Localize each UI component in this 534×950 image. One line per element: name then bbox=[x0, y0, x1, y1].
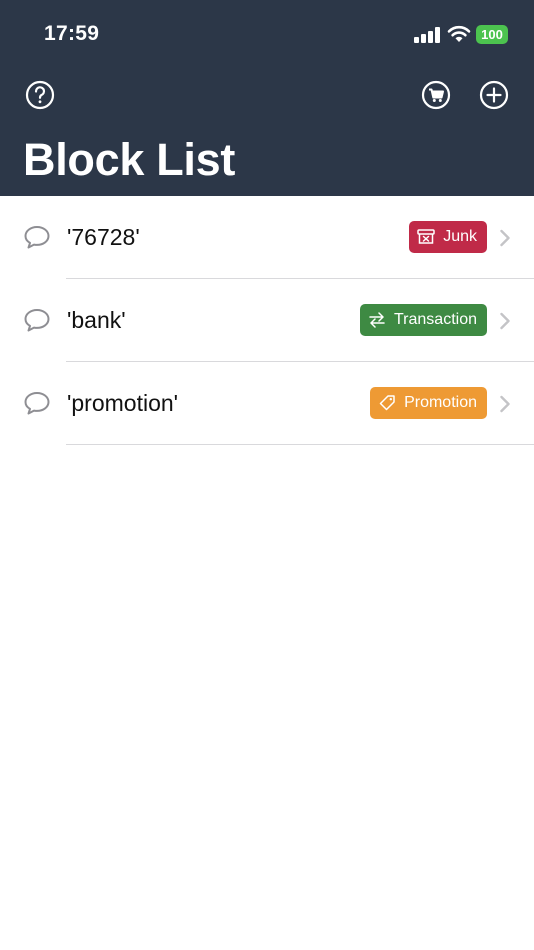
badge-label: Transaction bbox=[394, 311, 477, 328]
list-item[interactable]: 'promotion' Promotion bbox=[0, 362, 534, 445]
battery-level: 100 bbox=[481, 27, 503, 42]
speech-bubble-icon bbox=[24, 392, 50, 415]
list-item[interactable]: '76728' Junk bbox=[0, 196, 534, 279]
tag-icon bbox=[379, 395, 395, 411]
badge-label: Junk bbox=[443, 228, 477, 245]
rule-term: 'promotion' bbox=[67, 390, 179, 416]
badge-label: Promotion bbox=[404, 394, 477, 411]
page-title: Block List bbox=[23, 134, 236, 185]
chevron-right-icon bbox=[500, 229, 510, 247]
chevron-right-icon bbox=[500, 395, 510, 413]
row-divider bbox=[66, 444, 534, 445]
status-time: 17:59 bbox=[44, 22, 100, 45]
question-circle-icon[interactable] bbox=[25, 80, 55, 110]
block-list: '76728' Junk 'bank' Transaction 'promoti… bbox=[0, 196, 534, 445]
cart-icon[interactable] bbox=[421, 80, 451, 110]
wifi-icon bbox=[447, 25, 471, 42]
speech-bubble-icon bbox=[24, 226, 50, 249]
category-badge-junk: Junk bbox=[409, 221, 487, 253]
speech-bubble-icon bbox=[24, 309, 50, 332]
rule-term: '76728' bbox=[67, 224, 140, 250]
category-badge-promotion: Promotion bbox=[370, 387, 487, 419]
cellular-signal-icon bbox=[414, 27, 440, 43]
junk-box-icon bbox=[417, 229, 435, 244]
chevron-right-icon bbox=[500, 312, 510, 330]
plus-circle-icon[interactable] bbox=[479, 80, 509, 110]
battery-icon: 100 bbox=[476, 25, 508, 44]
list-item[interactable]: 'bank' Transaction bbox=[0, 279, 534, 362]
category-badge-transaction: Transaction bbox=[360, 304, 487, 336]
rule-term: 'bank' bbox=[67, 307, 126, 333]
nav-header: 17:59 100 Block List bbox=[0, 0, 534, 196]
swap-arrows-icon bbox=[369, 312, 385, 328]
